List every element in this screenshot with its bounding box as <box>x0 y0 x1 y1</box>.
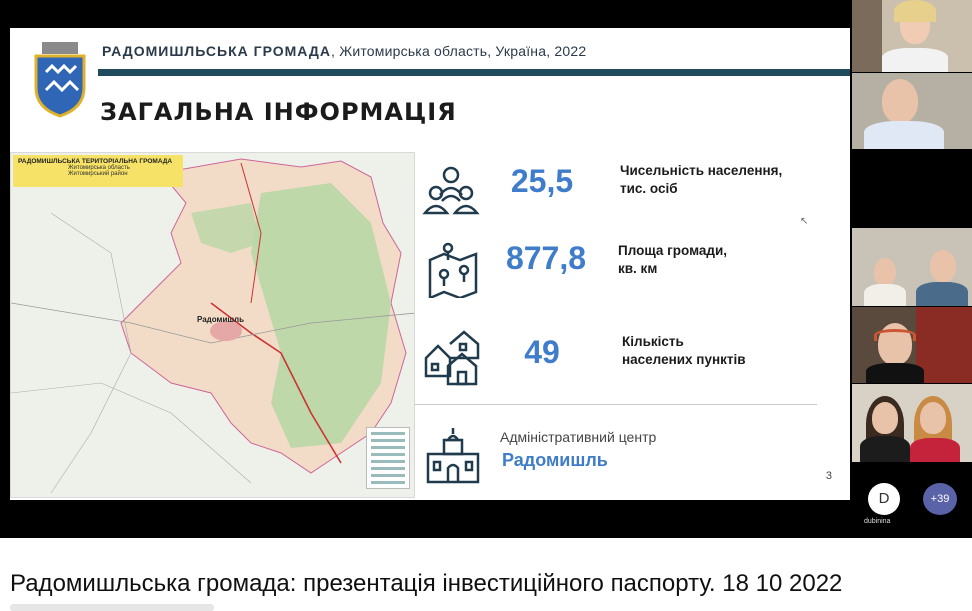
slide-header: РАДОМИШЛЬСЬКА ГРОМАДА, Житомирська облас… <box>102 43 587 59</box>
slide-title: ЗАГАЛЬНА ІНФОРМАЦІЯ <box>100 98 457 126</box>
participant-username: dubinina <box>864 518 891 525</box>
area-label: Площа громади, кв. км <box>618 243 728 276</box>
map-legend: РАДОМИШЛЬСЬКА ТЕРИТОРІАЛЬНА ГРОМАДА Жито… <box>13 155 183 187</box>
settlements-label: Кількість населених пунктів <box>622 334 746 367</box>
map-legend-title: РАДОМИШЛЬСЬКА ТЕРИТОРІАЛЬНА ГРОМАДА <box>18 158 173 165</box>
map-pins-icon <box>428 242 478 298</box>
map-legend-district: Житомирський район <box>68 171 128 177</box>
participant-gallery: D dubinina +39 <box>850 0 972 538</box>
participant-tile[interactable] <box>852 73 972 149</box>
population-value: 25,5 <box>510 163 574 199</box>
area-value: 877,8 <box>505 240 587 276</box>
presentation-slide: РАДОМИШЛЬСЬКА ГРОМАДА, Житомирська облас… <box>10 28 850 500</box>
video-player[interactable]: РАДОМИШЛЬСЬКА ГРОМАДА, Житомирська облас… <box>0 0 972 538</box>
map-town-label: Радомишль <box>197 315 245 324</box>
admin-center-value: Радомишль <box>502 450 608 470</box>
slide-page-number: 3 <box>825 470 832 482</box>
more-participants-button[interactable]: +39 <box>923 483 957 515</box>
participant-tile-empty[interactable] <box>852 149 972 227</box>
community-map: РАДОМИШЛЬСЬКА ТЕРИТОРІАЛЬНА ГРОМАДА Жито… <box>10 152 415 498</box>
stats-divider <box>415 404 817 405</box>
participant-avatar[interactable]: D <box>868 483 900 515</box>
participant-tile[interactable] <box>852 0 972 72</box>
header-divider <box>98 69 850 76</box>
population-label: Чисельність населення, тис. осіб <box>620 163 783 196</box>
admin-center-label: Адміністративний центр <box>500 429 657 445</box>
video-title: Радомишльська громада: презентація інвес… <box>10 570 843 597</box>
houses-icon <box>424 330 480 386</box>
settlements-value: 49 <box>524 334 560 370</box>
participant-tile[interactable] <box>852 307 972 383</box>
title-placeholder-bar <box>10 604 214 611</box>
participant-tile[interactable] <box>852 228 972 306</box>
participant-tile[interactable] <box>852 384 972 462</box>
coat-of-arms-icon <box>34 42 86 118</box>
town-hall-icon <box>426 428 480 484</box>
map-graphic <box>11 158 414 494</box>
people-group-icon <box>422 166 480 215</box>
map-key <box>366 427 410 489</box>
mouse-cursor-icon: ↖ <box>800 216 809 227</box>
